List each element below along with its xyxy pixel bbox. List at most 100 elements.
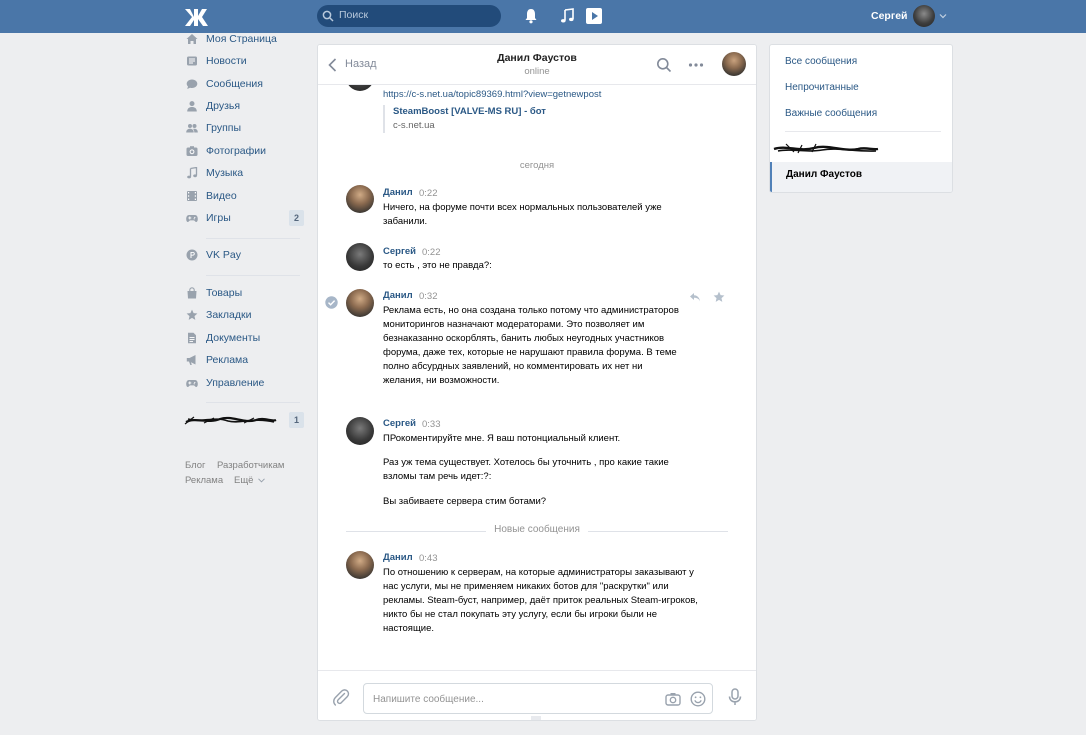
user-avatar xyxy=(913,5,935,27)
message-input-box[interactable] xyxy=(363,683,713,714)
message-time[interactable]: 0:43 xyxy=(419,553,438,564)
user-menu[interactable]: Сергей xyxy=(860,4,950,28)
footer-link-blog[interactable]: Блог xyxy=(185,460,206,471)
more-options-icon[interactable] xyxy=(688,57,704,73)
nav-item-friends[interactable]: Друзья xyxy=(184,97,304,117)
nav-item-market[interactable]: Товары xyxy=(184,284,304,304)
filter-unread[interactable]: Непрочитанные xyxy=(770,77,952,101)
vkpay-icon xyxy=(186,249,198,261)
nav-divider xyxy=(206,402,300,403)
attachment-bar xyxy=(383,105,385,133)
filters-divider xyxy=(785,131,941,132)
message-time[interactable]: 0:33 xyxy=(422,419,441,430)
author-avatar[interactable] xyxy=(346,289,374,317)
nav-item-groups[interactable]: Группы xyxy=(184,119,304,139)
search-icon xyxy=(322,10,334,22)
messages-icon xyxy=(186,79,198,89)
nav-label: Музыка xyxy=(206,167,244,179)
nav-item-games[interactable]: Игры 2 xyxy=(184,209,304,229)
author-avatar[interactable] xyxy=(346,551,374,579)
message-author[interactable]: Данил xyxy=(383,290,413,301)
attachment-url[interactable]: https://c-s.net.ua/topic89369.html?view=… xyxy=(383,89,601,100)
footer-link-ads[interactable]: Реклама xyxy=(185,475,223,486)
nav-item-redacted[interactable]: 1 xyxy=(184,411,304,431)
avatar[interactable] xyxy=(346,85,374,91)
search-icon[interactable] xyxy=(656,57,672,73)
microphone-icon[interactable] xyxy=(727,688,743,706)
nav-item-ads[interactable]: Реклама xyxy=(184,351,304,371)
compose-bar xyxy=(318,670,756,721)
nav-label: Новости xyxy=(206,55,247,67)
search-box[interactable]: Поиск xyxy=(317,5,501,27)
nav-label: VK Pay xyxy=(206,249,242,261)
chat-panel: Назад Данил Фаустов online https://c-s.n… xyxy=(317,44,757,721)
message-author[interactable]: Данил xyxy=(383,187,413,198)
nav-item-video[interactable]: Видео xyxy=(184,187,304,207)
groups-icon xyxy=(186,124,198,133)
user-name: Сергей xyxy=(871,10,908,22)
shopping-bag-icon xyxy=(187,287,197,299)
nav-item-photos[interactable]: Фотографии xyxy=(184,142,304,162)
author-avatar[interactable] xyxy=(346,417,374,445)
resize-grip-icon[interactable] xyxy=(531,716,541,721)
message-history[interactable]: https://c-s.net.ua/topic89369.html?view=… xyxy=(318,85,756,670)
nav-divider xyxy=(206,275,300,276)
author-avatar[interactable] xyxy=(346,243,374,271)
more-label: Ещё xyxy=(234,475,254,486)
music-icon xyxy=(187,167,198,179)
filter-label: Непрочитанные xyxy=(785,82,859,93)
attachment-title[interactable]: SteamBoost [VALVE-MS RU] - бот xyxy=(393,106,546,117)
conversation-name: Данил Фаустов xyxy=(786,169,862,180)
message-time[interactable]: 0:22 xyxy=(419,188,438,199)
footer-link-developers[interactable]: Разработчикам xyxy=(217,460,284,471)
music-note-icon[interactable] xyxy=(559,8,575,24)
gamepad-icon xyxy=(186,380,198,387)
nav-item-messages[interactable]: Сообщения xyxy=(184,75,304,95)
day-separator: сегодня xyxy=(519,160,555,171)
nav-item-vk-pay[interactable]: VK Pay xyxy=(184,246,304,266)
nav-item-documents[interactable]: Документы xyxy=(184,329,304,349)
gamepad-icon xyxy=(186,215,198,222)
vk-logo-icon[interactable] xyxy=(184,6,212,26)
nav-item-my-page[interactable]: Моя Страница xyxy=(184,30,304,50)
reply-icon[interactable] xyxy=(689,291,701,303)
nav-item-bookmarks[interactable]: Закладки xyxy=(184,306,304,326)
nav-item-music[interactable]: Музыка xyxy=(184,164,304,184)
play-icon[interactable] xyxy=(586,8,602,24)
chevron-down-icon xyxy=(258,478,265,483)
message-time[interactable]: 0:32 xyxy=(419,291,438,302)
nav-label: Друзья xyxy=(206,100,241,112)
filter-all-messages[interactable]: Все сообщения xyxy=(770,51,952,75)
filter-label: Важные сообщения xyxy=(785,108,878,119)
camera-icon[interactable] xyxy=(665,691,681,707)
bell-icon[interactable] xyxy=(523,8,539,24)
nav-label: Реклама xyxy=(206,354,249,366)
nav-item-news[interactable]: Новости xyxy=(184,52,304,72)
footer-link-more[interactable]: Ещё xyxy=(234,475,265,486)
redacted-item-badge: 1 xyxy=(289,412,304,428)
message-input[interactable] xyxy=(373,691,643,707)
nav-label: Документы xyxy=(206,332,261,344)
check-circle-icon[interactable] xyxy=(325,296,338,309)
message-author[interactable]: Сергей xyxy=(383,418,416,429)
paperclip-icon[interactable] xyxy=(332,688,350,706)
author-avatar[interactable] xyxy=(346,185,374,213)
conversation-item-redacted[interactable] xyxy=(770,137,952,161)
nav-label: Товары xyxy=(206,287,243,299)
games-badge: 2 xyxy=(289,210,304,226)
message-author[interactable]: Данил xyxy=(383,552,413,563)
message-time[interactable]: 0:22 xyxy=(422,247,441,258)
message-author[interactable]: Сергей xyxy=(383,246,416,257)
star-icon[interactable] xyxy=(713,291,725,303)
peer-avatar[interactable] xyxy=(722,52,746,76)
emoji-icon[interactable] xyxy=(690,691,706,707)
documents-icon xyxy=(188,332,196,344)
conversation-item-active[interactable]: Данил Фаустов xyxy=(770,162,952,192)
redaction-scribble xyxy=(184,416,277,425)
message-filters-panel: Все сообщения Непрочитанные Важные сообщ… xyxy=(769,44,953,193)
message-text: ПРокоментируйте мне. Я ваш потонциальный… xyxy=(383,433,621,444)
friends-icon xyxy=(187,101,197,112)
filter-important[interactable]: Важные сообщения xyxy=(770,103,952,127)
message-text: Реклама есть, но она создана только пото… xyxy=(383,305,679,386)
nav-item-management[interactable]: Управление xyxy=(184,374,304,394)
